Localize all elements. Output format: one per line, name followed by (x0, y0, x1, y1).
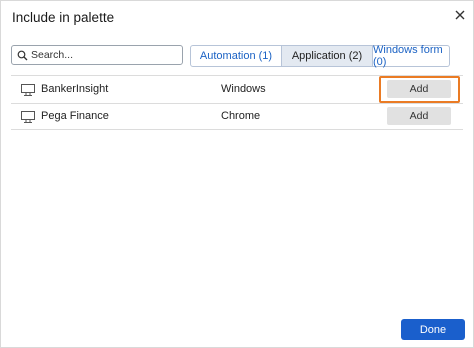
application-type: Chrome (221, 110, 261, 122)
monitor-icon (21, 111, 35, 123)
table-bottom-divider (11, 129, 463, 130)
application-name: BankerInsight (41, 83, 109, 95)
application-name: Pega Finance (41, 110, 109, 122)
monitor-icon (21, 84, 35, 96)
filter-tabs: Automation (1) Application (2) Windows f… (190, 44, 450, 68)
include-in-palette-dialog: Include in palette Automation (1) Applic… (0, 0, 474, 348)
search-field[interactable] (11, 45, 183, 65)
search-icon (17, 50, 28, 61)
close-icon[interactable] (453, 8, 467, 22)
application-type: Windows (221, 83, 266, 95)
table-row: Pega Finance Chrome Add (11, 104, 463, 130)
search-input[interactable] (31, 47, 179, 63)
dialog-title: Include in palette (12, 10, 115, 25)
add-button-pega-finance[interactable]: Add (387, 107, 451, 125)
done-button[interactable]: Done (401, 319, 465, 340)
highlight-outline (379, 76, 460, 103)
tab-windows-form[interactable]: Windows form (0) (373, 44, 450, 68)
tab-application[interactable]: Application (2) (282, 45, 373, 67)
tab-automation[interactable]: Automation (1) (190, 45, 282, 67)
